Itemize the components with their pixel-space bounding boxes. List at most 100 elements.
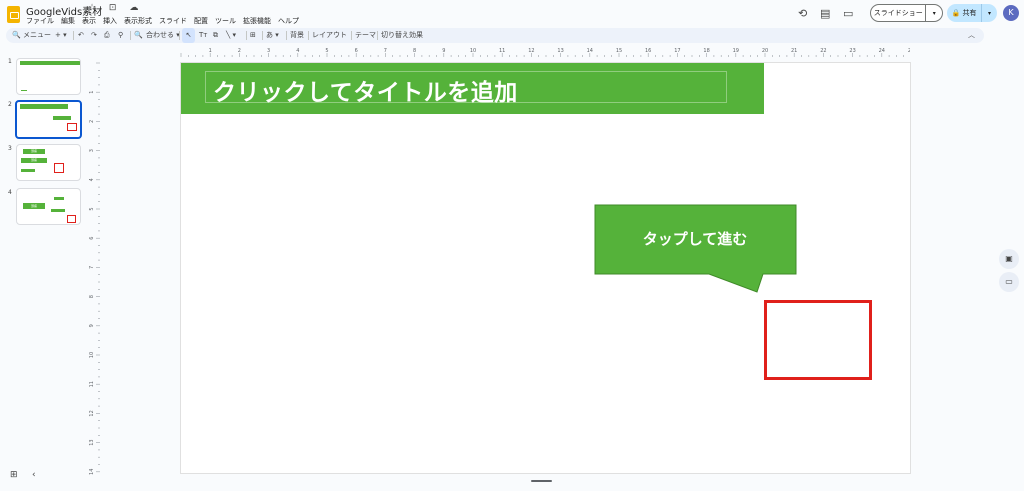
ruler-label: 1 (89, 91, 95, 94)
redo-icon[interactable]: ↷ (91, 28, 97, 43)
ruler-label: 10 (89, 352, 95, 358)
slideshow-label[interactable]: スライドショー (871, 5, 927, 21)
theme-button[interactable]: テーマ (355, 28, 376, 43)
image-icon[interactable]: ⧉ (213, 28, 218, 43)
ruler-label: 19 (733, 48, 739, 54)
toolbar-divider (308, 31, 309, 40)
thumb-title-bar (20, 61, 80, 65)
menu-item[interactable]: スライド (159, 16, 187, 26)
menu-item[interactable]: 編集 (61, 16, 75, 26)
transition-button[interactable]: 切り替え効果 (381, 28, 423, 43)
toolbar-divider (286, 31, 287, 40)
callout-text[interactable]: タップして進む (594, 228, 796, 249)
line-icon[interactable]: ╲ ▾ (226, 28, 236, 43)
slide-thumbnail-1[interactable] (16, 58, 81, 95)
folder-icon[interactable]: ▭ (999, 272, 1019, 292)
new-slide-button[interactable]: + ▾ (55, 28, 67, 43)
thumb-line (21, 90, 27, 91)
ruler-label: 2 (89, 120, 95, 123)
menu-bar: ファイル 編集 表示 挿入 表示形式 スライド 配置 ツール 拡張機能 ヘルプ (26, 16, 299, 26)
ruler-label: 24 (879, 48, 885, 54)
ruler-label: 18 (703, 48, 709, 54)
print-icon[interactable]: ⎙ (104, 28, 110, 43)
slideshow-dropdown-icon[interactable]: ▾ (926, 10, 942, 17)
ruler-label: 25 (908, 48, 910, 54)
toolbar-divider (377, 31, 378, 40)
history-icon[interactable]: ⟲ (798, 7, 807, 20)
zoom-select[interactable]: 合わせる ▾ (146, 28, 180, 43)
slideshow-button[interactable]: スライドショー ▾ (870, 4, 943, 22)
thumb-label: 頭痛 (23, 203, 45, 209)
ruler-label: 11 (89, 381, 95, 387)
ruler-label: 6 (89, 237, 95, 240)
menu-item[interactable]: ヘルプ (278, 16, 299, 26)
ruler-label: 5 (325, 48, 328, 54)
comment-icon[interactable]: ▤ (820, 7, 830, 20)
red-rectangle[interactable] (764, 300, 872, 380)
slide-number: 3 (8, 145, 12, 152)
background-button[interactable]: 背景 (290, 28, 304, 43)
meet-icon[interactable]: ▭ (843, 7, 853, 20)
share-button[interactable]: 🔒 共有 ▾ (947, 4, 997, 22)
toolbar-divider (73, 31, 74, 40)
comment-add-icon[interactable]: ⊞ (250, 28, 256, 43)
thumb-bar (21, 169, 35, 172)
share-dropdown-icon[interactable]: ▾ (982, 10, 997, 17)
select-icon[interactable]: ↖ (182, 28, 195, 43)
menu-item[interactable]: 表示 (82, 16, 96, 26)
input-tools-icon[interactable]: あ ▾ (266, 28, 279, 43)
ruler-label: 8 (89, 295, 95, 298)
ruler-label: 16 (645, 48, 651, 54)
slide-number: 1 (8, 58, 12, 65)
undo-icon[interactable]: ↶ (78, 28, 84, 43)
notes-resize-handle[interactable] (531, 480, 552, 482)
slide-thumbnail-3[interactable]: 頭痛 頭痛 (16, 144, 81, 181)
grid-view-icon[interactable]: ⊞ (10, 470, 18, 480)
menu-item[interactable]: ツール (215, 16, 236, 26)
thumb-callout (53, 116, 71, 120)
ruler-label: 9 (89, 324, 95, 327)
header-bar: GoogleVids素材 ☆ ⊡ ☁ ファイル 編集 表示 挿入 表示形式 スライド 配置ツ… (0, 0, 1024, 28)
toolbar-divider (262, 31, 263, 40)
vertical-ruler: 1234567891011121314 (89, 62, 100, 475)
slide-number: 4 (8, 189, 12, 196)
menu-item[interactable]: 配置 (194, 16, 208, 26)
slides-app-icon[interactable] (7, 6, 20, 23)
menu-item[interactable]: 表示形式 (124, 16, 152, 26)
thumb-label: 頭痛 (21, 158, 47, 163)
text-box-icon[interactable]: Tт (199, 28, 207, 43)
toolbar-divider (246, 31, 247, 40)
ruler-label: 10 (470, 48, 476, 54)
ruler-label: 13 (557, 48, 563, 54)
slide-thumbnail-2[interactable] (15, 100, 82, 139)
title-actions[interactable]: ☆ ⊡ ☁ (88, 3, 143, 13)
share-label[interactable]: 🔒 共有 (947, 4, 982, 22)
collapse-toolbar-icon[interactable]: ︿ (968, 28, 975, 43)
toolbar-divider (351, 31, 352, 40)
slide-thumbnail-4[interactable]: 頭痛 (16, 188, 81, 225)
callout-shape[interactable] (594, 204, 798, 296)
thumb-red-box (67, 123, 77, 131)
ruler-label: 7 (89, 266, 95, 269)
paint-format-icon[interactable]: ⚲ (118, 28, 123, 43)
ruler-label: 13 (89, 439, 95, 445)
ruler-label: 4 (89, 178, 95, 181)
ruler-label: 1 (209, 48, 212, 54)
ruler-label: 3 (267, 48, 270, 54)
collapse-filmstrip-icon[interactable]: ‹ (32, 470, 36, 480)
ruler-label: 15 (616, 48, 622, 54)
layout-button[interactable]: レイアウト (312, 28, 347, 43)
slide-canvas[interactable]: クリックしてタイトルを追加 タップして進む (181, 63, 910, 473)
avatar[interactable]: K (1003, 5, 1019, 21)
menu-item[interactable]: 拡張機能 (243, 16, 271, 26)
thumb-label: 頭痛 (23, 149, 45, 154)
toolbar: 🔍 メニュー + ▾ ↶ ↷ ⎙ ⚲ 🔍 合わせる ▾ ↖ Tт ⧉ ╲ ▾ ⊞… (6, 28, 984, 43)
menu-search-button[interactable]: 🔍 メニュー (12, 28, 51, 43)
slide-title[interactable]: クリックしてタイトルを追加 (213, 73, 518, 107)
zoom-icon[interactable]: 🔍 (134, 28, 143, 43)
ruler-label: 14 (587, 48, 593, 54)
menu-item[interactable]: ファイル (26, 16, 54, 26)
keep-icon[interactable]: ▣ (999, 249, 1019, 269)
menu-item[interactable]: 挿入 (103, 16, 117, 26)
thumb-bar (51, 209, 65, 212)
